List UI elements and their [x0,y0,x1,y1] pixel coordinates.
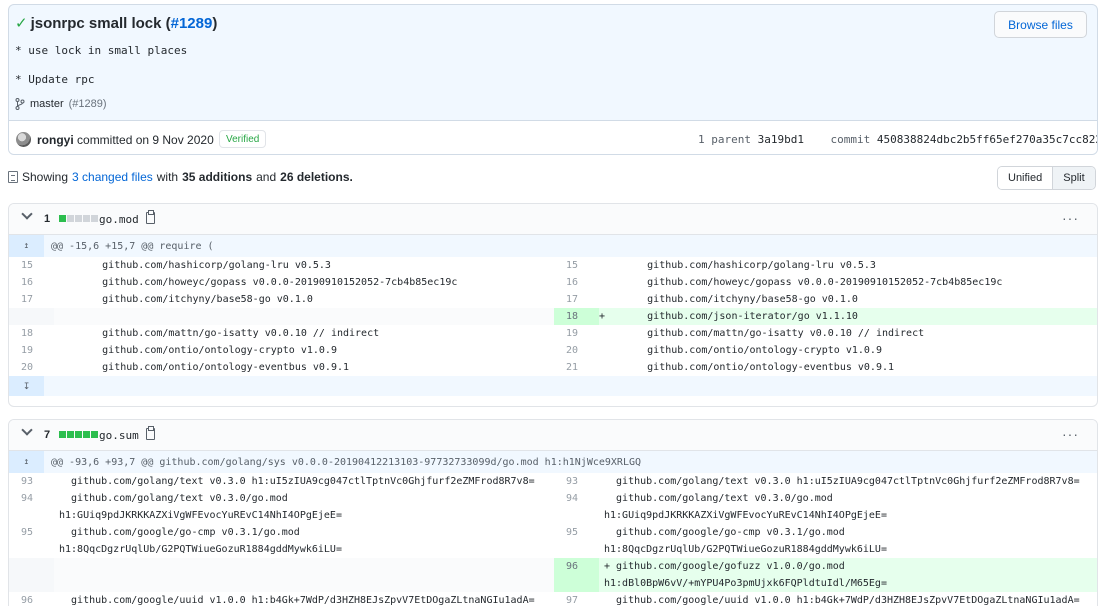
author-line: rongyi committed on 9 Nov 2020 [37,133,214,147]
commit-title-area: ✓ jsonrpc small lock (#1289) * use lock i… [9,5,1097,120]
table-row-addition: 96 + github.com/google/gofuzz v1.0.0/go.m… [9,558,1097,592]
commit-sha: 450838824dbc2b5ff65ef270a35c7cc822989858 [876,133,1097,146]
diffstat-block [83,431,90,438]
browse-files-button[interactable]: Browse files [994,11,1087,38]
expand-row: ↧ [9,376,1097,396]
file-header: 7 go.sum ··· [9,420,1097,451]
table-row: 17 github.com/itchyny/base58-go v0.1.0 1… [21,294,858,305]
branch-info: master (#1289) [15,98,107,110]
commit-description-line-1: * use lock in small places [15,44,188,57]
file-diff-go-mod: 1 go.mod ··· ↥ @@ -15,6 +15,7 @@ require… [8,203,1098,407]
diff-summary: Showing 3 changed files with 35 addition… [8,170,353,184]
diffstat-blocks [59,215,98,222]
file-diff-go-sum: 7 go.sum ··· ↥ @@ -93,6 +93,7 @@ github.… [8,419,1098,606]
chevron-down-icon[interactable] [21,208,33,220]
git-branch-icon [15,98,25,110]
file-name[interactable]: go.sum [99,429,139,442]
check-icon: ✓ [15,15,28,32]
diff-rows: 15 github.com/hashicorp/golang-lru v0.5.… [9,257,1097,376]
split-button[interactable]: Split [1052,167,1095,189]
diffstat-block [59,431,66,438]
commit-title: ✓ jsonrpc small lock (#1289) [15,15,218,32]
chevron-down-icon[interactable] [21,424,33,436]
diffstat-block [75,215,82,222]
file-name[interactable]: go.mod [99,213,139,226]
fold-up-icon[interactable]: ↥ [9,235,44,257]
branch-pr[interactable]: (#1289) [69,98,107,110]
commit-header: ✓ jsonrpc small lock (#1289) * use lock i… [8,4,1098,155]
change-count: 7 [44,429,51,441]
commit-meta: rongyi committed on 9 Nov 2020 Verified … [9,120,1097,154]
table-row: 15 github.com/hashicorp/golang-lru v0.5.… [21,260,876,271]
file-header: 1 go.mod ··· [9,204,1097,235]
table-row: 96 github.com/google/uuid v1.0.0 h1:b4Gk… [21,595,1080,606]
diffstat-block [67,431,74,438]
table-row: 16 github.com/howeyc/gopass v0.0.0-20190… [21,277,1003,288]
diffstat-block [75,431,82,438]
verified-badge[interactable]: Verified [219,130,267,148]
changed-files-link[interactable]: 3 changed files [72,170,153,184]
table-row: 19 github.com/ontio/ontology-crypto v1.0… [21,345,882,356]
table-row: 20 github.com/ontio/ontology-eventbus v0… [21,362,895,373]
diffstat-block [91,215,98,222]
parent-info: 1 parent 3a19bd1 commit 450838824dbc2b5f… [698,133,1097,146]
pr-link[interactable]: #1289 [171,15,213,32]
diffstat-block [83,215,90,222]
clipboard-icon[interactable] [146,210,155,224]
diffstat-blocks [59,431,98,438]
committed-text: committed on 9 Nov 2020 [77,133,214,147]
table-row: 95 github.com/google/go-cmp v0.3.1/go.mo… [21,527,887,555]
author-name[interactable]: rongyi [37,133,74,147]
fold-down-icon[interactable]: ↧ [9,376,44,396]
table-row-addition: 18 + github.com/json-iterator/go v1.1.10 [9,308,1097,325]
unified-button[interactable]: Unified [998,167,1053,189]
table-row: 93 github.com/golang/text v0.3.0 h1:uI5z… [21,476,1080,487]
change-count: 1 [44,213,51,225]
diffstat-block [91,431,98,438]
commit-description-line-2: * Update rpc [15,73,95,86]
branch-name[interactable]: master [30,98,64,110]
hunk-header: ↥ @@ -15,6 +15,7 @@ require ( [9,235,1097,257]
view-toggle: Unified Split [997,166,1096,190]
fold-up-icon[interactable]: ↥ [9,451,44,473]
parent-sha[interactable]: 3a19bd1 [758,133,804,146]
kebab-horizontal-icon[interactable]: ··· [1062,426,1079,442]
kebab-horizontal-icon[interactable]: ··· [1062,210,1079,226]
diff-rows: 93 github.com/golang/text v0.3.0 h1:uI5z… [9,473,1097,606]
diffstat-block [67,215,74,222]
avatar[interactable] [16,132,31,147]
diffstat-block [59,215,66,222]
hunk-header: ↥ @@ -93,6 +93,7 @@ github.com/golang/sy… [9,451,1097,473]
file-diff-icon [8,171,18,183]
clipboard-icon[interactable] [146,426,155,440]
table-row: 94 github.com/golang/text v0.3.0/go.mod … [21,493,887,521]
table-row: 18 github.com/mattn/go-isatty v0.0.10 //… [21,328,925,339]
